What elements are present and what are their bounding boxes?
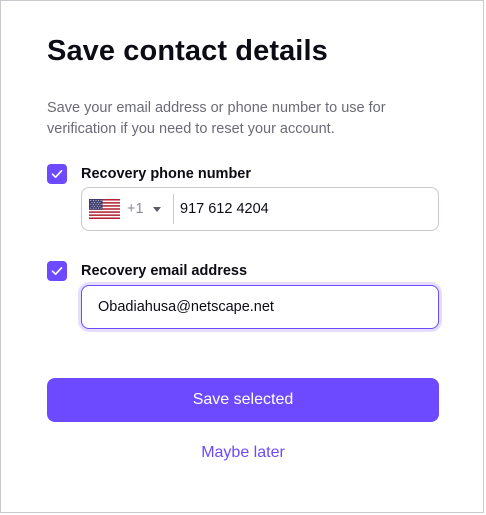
recovery-email-checkbox[interactable] bbox=[47, 261, 67, 281]
dial-code: +1 bbox=[127, 201, 144, 217]
dialog-title: Save contact details bbox=[47, 35, 328, 67]
email-input[interactable] bbox=[98, 297, 418, 317]
checkmark-icon bbox=[51, 170, 63, 178]
dialog-frame: Save contact details Save your email add… bbox=[0, 0, 484, 513]
recovery-phone-checkbox[interactable] bbox=[47, 164, 67, 184]
field-divider bbox=[173, 194, 174, 224]
recovery-email-label: Recovery email address bbox=[81, 263, 248, 279]
us-flag-icon bbox=[89, 199, 120, 219]
email-field bbox=[81, 285, 439, 329]
phone-field: +1 bbox=[81, 187, 439, 231]
checkmark-icon bbox=[51, 267, 63, 275]
recovery-phone-label: Recovery phone number bbox=[81, 166, 252, 182]
save-selected-button[interactable]: Save selected bbox=[47, 378, 439, 422]
chevron-down-icon bbox=[153, 207, 161, 212]
dialog-description: Save your email address or phone number … bbox=[47, 100, 386, 137]
country-code-dropdown[interactable]: +1 bbox=[82, 188, 173, 230]
save-contact-dialog: Save contact details Save your email add… bbox=[1, 1, 485, 514]
maybe-later-button[interactable]: Maybe later bbox=[47, 441, 439, 465]
phone-number-input[interactable] bbox=[180, 199, 430, 219]
